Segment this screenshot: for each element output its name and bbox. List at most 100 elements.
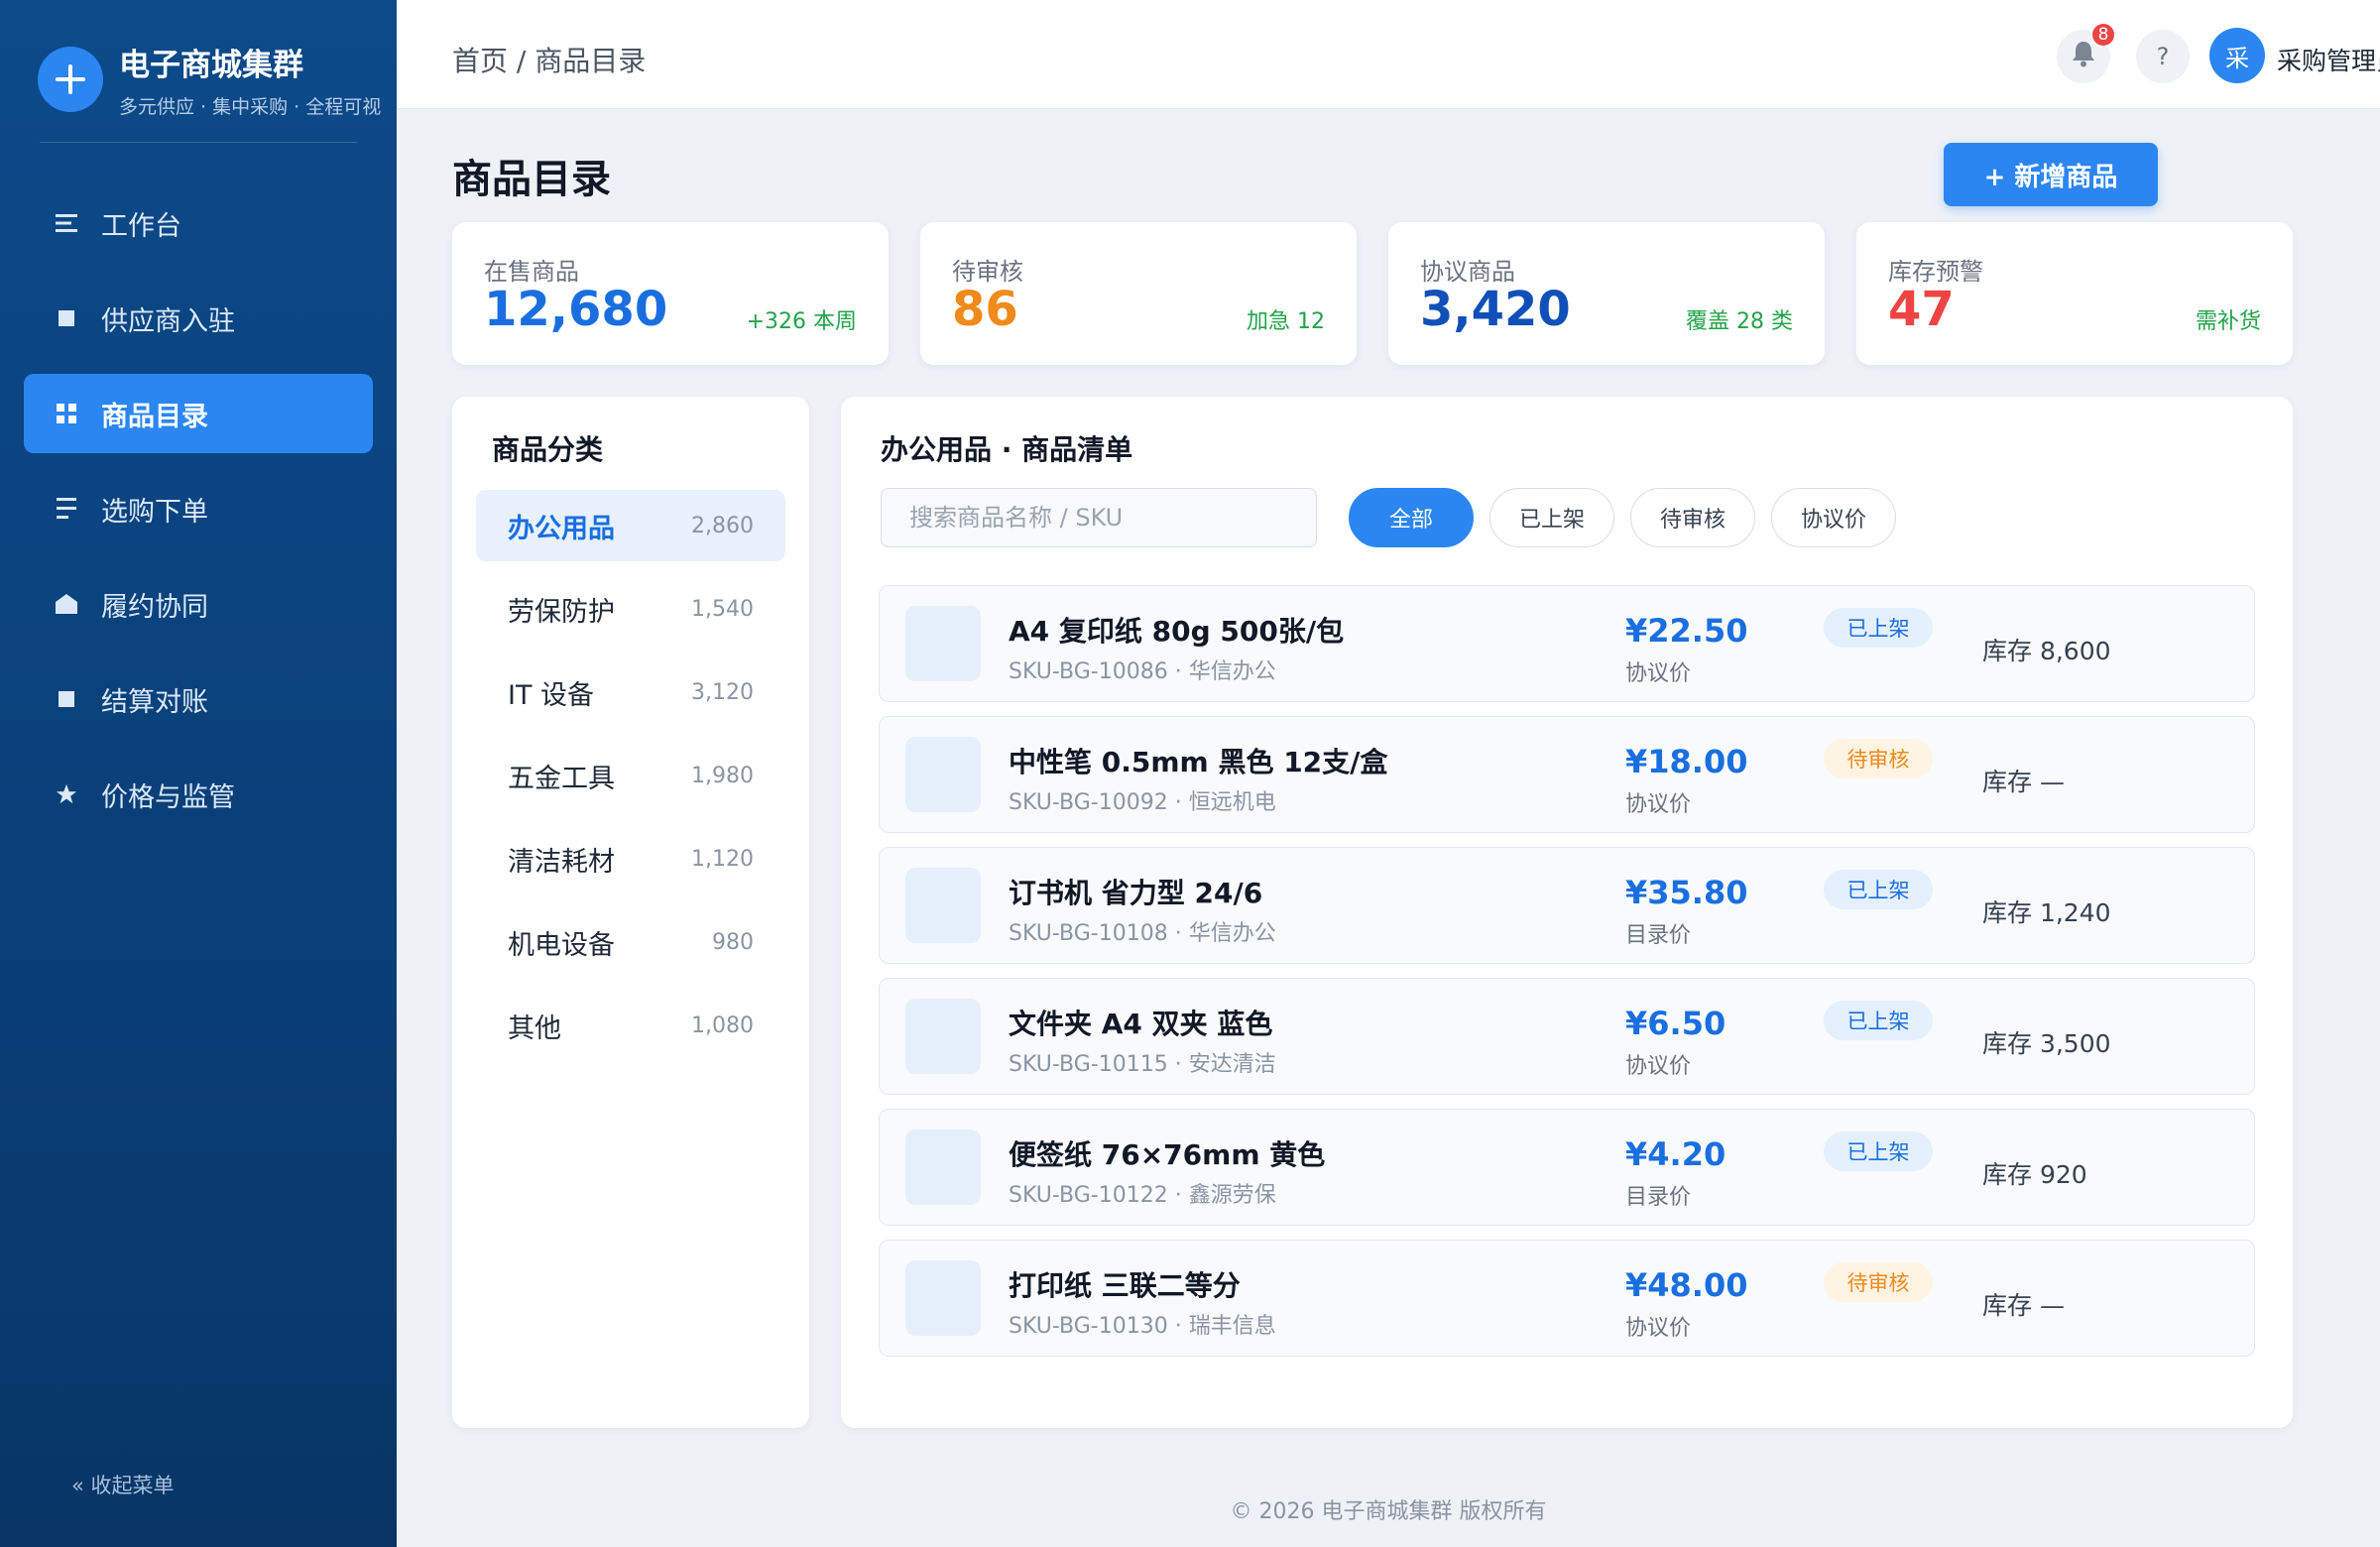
stat-card-pending-review[interactable]: 待审核 86 加急 12 xyxy=(920,222,1357,365)
sidebar-item-supplier-onboarding[interactable]: 供应商入驻 xyxy=(24,279,373,358)
sidebar-item-label: 履约协同 xyxy=(101,591,208,623)
product-list-panel: 办公用品 · 商品清单 全部已上架待审核协议价 A4 复印纸 80g 500张/… xyxy=(841,397,2293,1428)
status-badge: 已上架 xyxy=(1824,608,1933,648)
product-thumbnail xyxy=(905,999,981,1074)
list-title: 办公用品 · 商品清单 xyxy=(881,433,1133,466)
product-stock: 库存 920 xyxy=(1982,1160,2087,1189)
stat-note: 加急 12 xyxy=(1247,309,1325,334)
brand-title: 电子商城集群 xyxy=(119,48,303,83)
category-panel: 商品分类 办公用品 2,860 劳保防护 1,540 IT 设备 3,120 五金工具 1,9… xyxy=(452,397,809,1428)
sidebar: 电子商城集群 多元供应 · 集中采购 · 全程可视 工作台供应商入驻商品目录选购… xyxy=(0,0,397,1547)
filter-listed-button[interactable]: 已上架 xyxy=(1489,488,1614,547)
notification-badge: 8 xyxy=(2090,22,2116,48)
product-stock: 库存 — xyxy=(1982,768,2065,796)
collapse-menu-button[interactable]: « 收起菜单 xyxy=(71,1470,175,1499)
product-row[interactable]: 文件夹 A4 双夹 蓝色 SKU-BG-10115 · 安达清洁 ¥6.50 协议价 已… xyxy=(879,978,2255,1095)
product-row[interactable]: 订书机 省力型 24/6 SKU-BG-10108 · 华信办公 ¥35.80 目录价… xyxy=(879,847,2255,964)
stat-value: 86 xyxy=(952,282,1018,337)
product-price: ¥35.80 xyxy=(1625,874,1748,911)
product-thumbnail xyxy=(905,1260,981,1336)
square-icon xyxy=(54,305,79,331)
notification-button[interactable]: 8 xyxy=(2057,22,2116,83)
product-thumbnail xyxy=(905,737,981,812)
product-thumbnail xyxy=(905,606,981,681)
product-sku: SKU-BG-10086 · 华信办公 xyxy=(1009,659,1276,684)
category-item[interactable]: 其他 1,080 xyxy=(476,990,785,1061)
sidebar-item-product-catalog[interactable]: 商品目录 xyxy=(24,374,373,453)
category-count: 1,120 xyxy=(691,846,754,872)
product-price: ¥22.50 xyxy=(1625,612,1748,650)
stat-value: 3,420 xyxy=(1420,282,1571,337)
product-stock: 库存 8,600 xyxy=(1982,637,2111,665)
product-name: 中性笔 0.5mm 黑色 12支/盒 xyxy=(1009,746,1388,778)
add-product-button[interactable]: + 新增商品 xyxy=(1944,143,2158,206)
category-name: 清洁耗材 xyxy=(508,846,615,878)
product-name: 订书机 省力型 24/6 xyxy=(1009,877,1263,909)
category-count: 980 xyxy=(712,929,754,955)
sidebar-item-settlement[interactable]: 结算对账 xyxy=(24,659,373,739)
price-type: 目录价 xyxy=(1625,923,1692,948)
status-badge: 已上架 xyxy=(1824,870,1933,909)
category-item[interactable]: 清洁耗材 1,120 xyxy=(476,823,785,894)
user-name[interactable]: 采购管理员 xyxy=(2277,42,2380,77)
stat-note: 需补货 xyxy=(2195,309,2261,334)
product-row[interactable]: A4 复印纸 80g 500张/包 SKU-BG-10086 · 华信办公 ¥22.… xyxy=(879,585,2255,702)
category-list: 办公用品 2,860 劳保防护 1,540 IT 设备 3,120 五金工具 1,980 清洁耗… xyxy=(476,490,785,1073)
bell-icon xyxy=(2071,40,2096,73)
help-icon: ? xyxy=(2156,43,2170,70)
help-button[interactable]: ? xyxy=(2136,30,2190,83)
category-name: 五金工具 xyxy=(508,763,615,794)
product-stock: 库存 1,240 xyxy=(1982,898,2111,927)
category-item[interactable]: 办公用品 2,860 xyxy=(476,490,785,561)
stat-card-on-sale[interactable]: 在售商品 12,680 +326 本周 xyxy=(452,222,889,365)
sidebar-item-price-supervision[interactable]: 价格与监管 xyxy=(24,755,373,834)
product-sku: SKU-BG-10108 · 华信办公 xyxy=(1009,921,1276,946)
plus-logo-icon xyxy=(38,47,103,112)
filter-pending-button[interactable]: 待审核 xyxy=(1630,488,1755,547)
brand[interactable]: 电子商城集群 多元供应 · 集中采购 · 全程可视 xyxy=(38,40,381,119)
category-name: 办公用品 xyxy=(508,513,615,544)
category-count: 1,080 xyxy=(691,1012,754,1038)
status-badge: 待审核 xyxy=(1824,739,1933,778)
filter-agreement-button[interactable]: 协议价 xyxy=(1771,488,1896,547)
product-row[interactable]: 打印纸 三联二等分 SKU-BG-10130 · 瑞丰信息 ¥48.00 协议价 待审核… xyxy=(879,1240,2255,1357)
status-badge: 已上架 xyxy=(1824,1131,1933,1171)
stat-card-agreement[interactable]: 协议商品 3,420 覆盖 28 类 xyxy=(1388,222,1825,365)
category-count: 1,980 xyxy=(691,763,754,788)
product-row[interactable]: 中性笔 0.5mm 黑色 12支/盒 SKU-BG-10092 · 恒远机电 ¥18… xyxy=(879,716,2255,833)
product-price: ¥48.00 xyxy=(1625,1266,1748,1304)
stat-note: 覆盖 28 类 xyxy=(1686,309,1793,334)
product-sku: SKU-BG-10092 · 恒远机电 xyxy=(1009,790,1276,815)
category-count: 3,120 xyxy=(691,679,754,705)
product-sku: SKU-BG-10130 · 瑞丰信息 xyxy=(1009,1314,1276,1339)
filter-all-button[interactable]: 全部 xyxy=(1349,488,1474,547)
category-name: 劳保防护 xyxy=(508,596,615,628)
search-input[interactable] xyxy=(881,488,1317,547)
price-type: 协议价 xyxy=(1625,792,1692,817)
category-item[interactable]: 五金工具 1,980 xyxy=(476,740,785,811)
category-name: 机电设备 xyxy=(508,929,615,961)
avatar[interactable]: 采 xyxy=(2209,28,2265,83)
price-type: 目录价 xyxy=(1625,1185,1692,1210)
product-row[interactable]: 便签纸 76×76mm 黄色 SKU-BG-10122 · 鑫源劳保 ¥4.20 目录… xyxy=(879,1109,2255,1226)
category-item[interactable]: 机电设备 980 xyxy=(476,906,785,978)
star-icon xyxy=(54,781,79,807)
sidebar-item-purchase-order[interactable]: 选购下单 xyxy=(24,469,373,548)
brand-subtitle: 多元供应 · 集中采购 · 全程可视 xyxy=(119,96,382,118)
sidebar-item-workbench[interactable]: 工作台 xyxy=(24,183,373,263)
stat-card-stock-alert[interactable]: 库存预警 47 需补货 xyxy=(1856,222,2293,365)
price-type: 协议价 xyxy=(1625,1054,1692,1079)
page-title: 商品目录 xyxy=(452,157,611,202)
category-item[interactable]: IT 设备 3,120 xyxy=(476,656,785,728)
price-type: 协议价 xyxy=(1625,661,1692,686)
sidebar-item-label: 结算对账 xyxy=(101,686,208,718)
sidebar-item-label: 工作台 xyxy=(101,210,181,242)
sidebar-item-fulfillment[interactable]: 履约协同 xyxy=(24,564,373,644)
product-thumbnail xyxy=(905,1130,981,1205)
grid-icon xyxy=(54,401,79,426)
status-badge: 待审核 xyxy=(1824,1262,1933,1302)
order-icon xyxy=(54,496,79,522)
category-item[interactable]: 劳保防护 1,540 xyxy=(476,573,785,645)
sidebar-item-label: 价格与监管 xyxy=(101,781,235,813)
category-name: IT 设备 xyxy=(508,679,595,711)
